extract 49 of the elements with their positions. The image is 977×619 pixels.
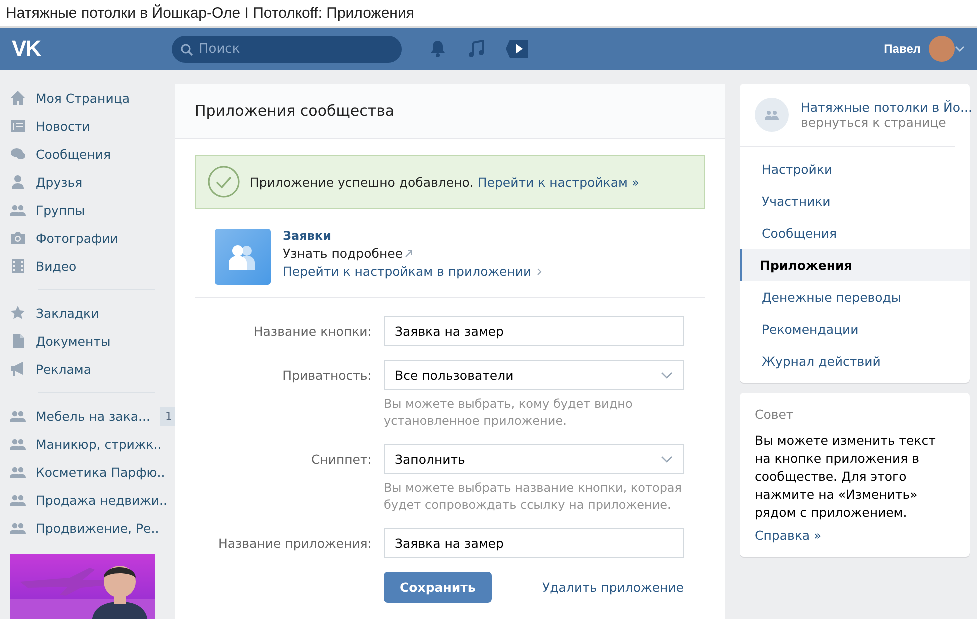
sidebar-item[interactable]: Фотографии bbox=[36, 230, 118, 246]
menu-item[interactable]: Журнал действий bbox=[740, 345, 970, 377]
panel-title: Приложения сообщества bbox=[175, 84, 725, 139]
help-link[interactable]: Справка » bbox=[755, 528, 822, 543]
menu-item[interactable]: Рекомендации bbox=[740, 313, 970, 345]
sidebar-item[interactable]: Моя Страница bbox=[36, 90, 130, 106]
menu-item[interactable]: Приложения bbox=[740, 249, 970, 281]
input-field[interactable]: Заявка на замер bbox=[384, 316, 684, 346]
sidebar-item[interactable]: Новости bbox=[36, 118, 90, 134]
save-button[interactable]: Сохранить bbox=[384, 572, 492, 603]
community-name[interactable]: Натяжные потолки в Йо... bbox=[801, 100, 972, 115]
sidebar-item[interactable]: Косметика Парфю.. bbox=[36, 464, 166, 480]
back-link[interactable]: вернуться к странице bbox=[801, 115, 972, 130]
app-settings-link[interactable]: Перейти к настройкам в приложении bbox=[283, 264, 542, 279]
search-field[interactable]: Поиск bbox=[172, 36, 402, 62]
window-title: Натяжные потолки в Йошкар-Оле I Потолкoff: Приложения bbox=[6, 4, 414, 22]
menu-item[interactable]: Денежные переводы bbox=[740, 281, 970, 313]
success-message: Приложение успешно добавлено. Перейти к настройкам » bbox=[250, 174, 640, 190]
hint-text: Вы можете выбрать название кнопки, которая будет сопровождать ссылку на приложение. bbox=[384, 480, 684, 514]
input-field[interactable]: Заявка на замер bbox=[384, 528, 684, 558]
field-label: Сниппет: bbox=[310, 451, 372, 469]
tip-title: Совет bbox=[755, 407, 795, 422]
delete-link[interactable]: Удалить приложение bbox=[542, 580, 684, 595]
sidebar-item[interactable]: Продвижение, Ре.. bbox=[36, 520, 160, 536]
menu-item[interactable]: Сообщения bbox=[740, 217, 970, 249]
sidebar-item[interactable]: Сообщения bbox=[36, 146, 112, 162]
field-label: Название приложения: bbox=[217, 535, 372, 553]
app-name[interactable]: Заявки bbox=[283, 229, 542, 243]
sidebar-item[interactable]: Документы bbox=[36, 334, 111, 348]
tip-text: Вы можете изменить текст на кнопке приложения в сообществе. Для этого нажмите на «Изменить» рядом с приложением. bbox=[755, 432, 937, 522]
settings-link[interactable]: Перейти к настройкам » bbox=[478, 174, 640, 190]
sidebar-item[interactable]: Закладки bbox=[36, 306, 100, 320]
sidebar-item[interactable]: Мебель на зака... bbox=[36, 408, 150, 424]
field-label: Название кнопки: bbox=[252, 323, 372, 341]
sidebar-item[interactable]: Видео bbox=[36, 258, 77, 274]
sidebar-item[interactable]: Продажа недвижи.. bbox=[36, 492, 168, 508]
sidebar-item[interactable]: Группы bbox=[36, 202, 86, 218]
menu-item[interactable]: Участники bbox=[740, 185, 970, 217]
sidebar-item[interactable]: Реклама bbox=[36, 362, 92, 376]
dropdown[interactable]: Заполнить bbox=[384, 444, 684, 474]
dropdown[interactable]: Все пользователи bbox=[384, 360, 684, 390]
menu-item[interactable]: Настройки bbox=[740, 153, 970, 185]
sidebar-item[interactable]: Маникюр, стрижк.. bbox=[36, 436, 162, 452]
sidebar-item[interactable]: Друзья bbox=[36, 174, 83, 190]
field-label: Приватность: bbox=[282, 367, 372, 385]
hint-text: Вы можете выбрать, кому будет видно установленное приложение. bbox=[384, 396, 634, 430]
learn-more-link[interactable]: Узнать подробнее bbox=[283, 246, 542, 261]
user-name[interactable]: Павел bbox=[884, 42, 921, 56]
logo[interactable]: VK bbox=[12, 36, 172, 62]
